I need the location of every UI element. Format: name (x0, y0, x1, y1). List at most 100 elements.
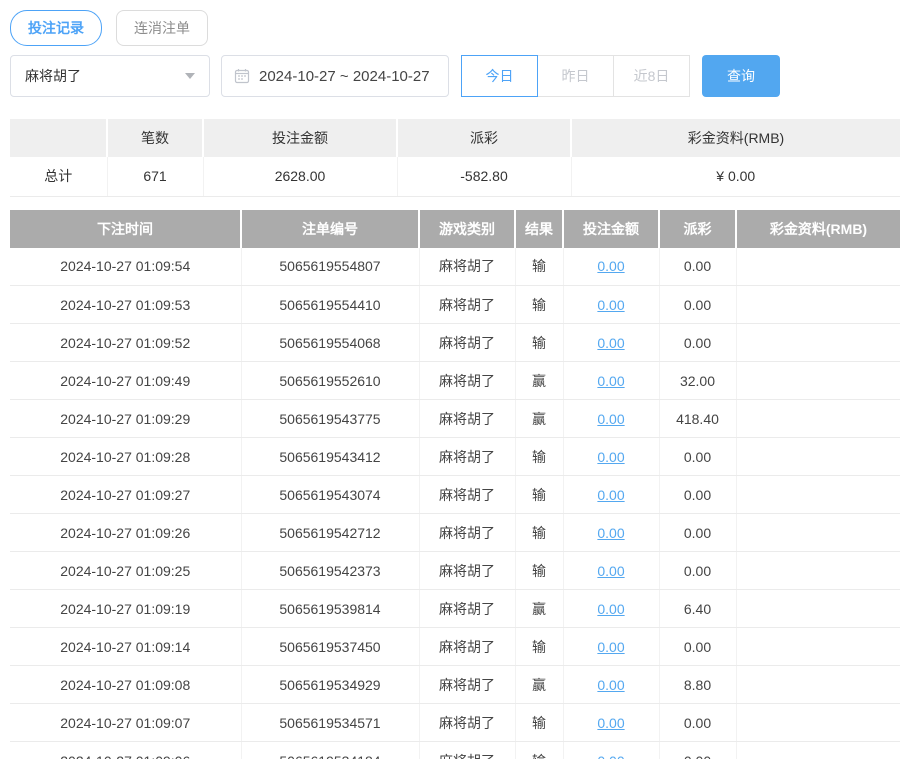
header-bet-amount: 投注金额 (563, 210, 659, 248)
result-cell: 赢 (515, 666, 563, 704)
calendar-icon (234, 68, 250, 84)
game-type-cell: 麻将胡了 (419, 552, 515, 590)
game-type-cell: 麻将胡了 (419, 590, 515, 628)
bet-id-cell: 5065619534929 (241, 666, 419, 704)
bet-amount-link[interactable]: 0.00 (597, 525, 624, 541)
bonus-cell (736, 704, 900, 742)
payout-cell: 8.80 (659, 666, 736, 704)
bonus-cell (736, 362, 900, 400)
payout-cell: 0.00 (659, 438, 736, 476)
game-type-cell: 麻将胡了 (419, 400, 515, 438)
result-cell: 赢 (515, 590, 563, 628)
header-payout: 派彩 (659, 210, 736, 248)
bet-time-cell: 2024-10-27 01:09:14 (10, 628, 241, 666)
payout-cell: 0.00 (659, 742, 736, 759)
bet-id-cell: 5065619554068 (241, 324, 419, 362)
bet-id-cell: 5065619543412 (241, 438, 419, 476)
result-cell: 输 (515, 742, 563, 759)
bonus-cell (736, 476, 900, 514)
bet-time-cell: 2024-10-27 01:09:27 (10, 476, 241, 514)
bet-id-cell: 5065619534571 (241, 704, 419, 742)
header-result: 结果 (515, 210, 563, 248)
bet-amount-link[interactable]: 0.00 (597, 487, 624, 503)
result-cell: 赢 (515, 362, 563, 400)
summary-total-count: 671 (107, 157, 203, 196)
bet-amount-link[interactable]: 0.00 (597, 677, 624, 693)
payout-cell: 32.00 (659, 362, 736, 400)
last-8-days-button[interactable]: 近8日 (613, 55, 690, 97)
table-row: 2024-10-27 01:09:26 5065619542712 麻将胡了 输… (10, 514, 900, 552)
result-cell: 输 (515, 476, 563, 514)
bet-id-cell: 5065619554807 (241, 248, 419, 286)
bonus-cell (736, 248, 900, 286)
summary-header-count: 笔数 (107, 119, 203, 157)
result-cell: 输 (515, 286, 563, 324)
payout-cell: 0.00 (659, 552, 736, 590)
bet-amount-link[interactable]: 0.00 (597, 639, 624, 655)
table-row: 2024-10-27 01:09:28 5065619543412 麻将胡了 输… (10, 438, 900, 476)
bonus-cell (736, 666, 900, 704)
bet-amount-link[interactable]: 0.00 (597, 449, 624, 465)
bet-time-cell: 2024-10-27 01:09:29 (10, 400, 241, 438)
bet-amount-cell: 0.00 (563, 400, 659, 438)
bet-time-cell: 2024-10-27 01:09:07 (10, 704, 241, 742)
bet-amount-cell: 0.00 (563, 286, 659, 324)
payout-cell: 0.00 (659, 324, 736, 362)
bet-amount-link[interactable]: 0.00 (597, 373, 624, 389)
bonus-cell (736, 286, 900, 324)
bet-time-cell: 2024-10-27 01:09:06 (10, 742, 241, 759)
header-bet-id: 注单编号 (241, 210, 419, 248)
game-type-cell: 麻将胡了 (419, 742, 515, 759)
game-type-cell: 麻将胡了 (419, 324, 515, 362)
betting-records-page: 投注记录 连消注单 麻将胡了 2024-10-27 ~ 2024-10-27 今… (0, 0, 910, 759)
result-cell: 输 (515, 324, 563, 362)
bet-amount-link[interactable]: 0.00 (597, 297, 624, 313)
table-row: 2024-10-27 01:09:52 5065619554068 麻将胡了 输… (10, 324, 900, 362)
bet-amount-link[interactable]: 0.00 (597, 335, 624, 351)
bonus-cell (736, 552, 900, 590)
payout-cell: 0.00 (659, 514, 736, 552)
result-cell: 输 (515, 628, 563, 666)
bet-id-cell: 5065619537450 (241, 628, 419, 666)
bet-amount-link[interactable]: 0.00 (597, 715, 624, 731)
bet-amount-link[interactable]: 0.00 (597, 411, 624, 427)
yesterday-button[interactable]: 昨日 (537, 55, 614, 97)
bet-amount-link[interactable]: 0.00 (597, 563, 624, 579)
bet-id-cell: 5065619534184 (241, 742, 419, 759)
bet-records-table: 下注时间 注单编号 游戏类别 结果 投注金额 派彩 彩金资料(RMB) 2024… (10, 210, 900, 759)
bet-id-cell: 5065619552610 (241, 362, 419, 400)
today-button[interactable]: 今日 (461, 55, 538, 97)
header-bonus: 彩金资料(RMB) (736, 210, 900, 248)
bonus-cell (736, 742, 900, 759)
game-type-cell: 麻将胡了 (419, 248, 515, 286)
summary-header-blank (10, 119, 107, 157)
tab-cancelled-bets[interactable]: 连消注单 (116, 10, 208, 46)
result-cell: 输 (515, 248, 563, 286)
bonus-cell (736, 628, 900, 666)
table-row: 2024-10-27 01:09:54 5065619554807 麻将胡了 输… (10, 248, 900, 286)
game-type-cell: 麻将胡了 (419, 628, 515, 666)
bet-amount-cell: 0.00 (563, 362, 659, 400)
bet-amount-cell: 0.00 (563, 514, 659, 552)
bet-amount-cell: 0.00 (563, 590, 659, 628)
game-select-value: 麻将胡了 (25, 66, 81, 86)
bet-amount-cell: 0.00 (563, 742, 659, 759)
bet-amount-cell: 0.00 (563, 628, 659, 666)
date-range-value: 2024-10-27 ~ 2024-10-27 (259, 68, 430, 85)
bet-amount-link[interactable]: 0.00 (597, 601, 624, 617)
bet-time-cell: 2024-10-27 01:09:26 (10, 514, 241, 552)
search-button[interactable]: 查询 (702, 55, 780, 97)
bet-time-cell: 2024-10-27 01:09:52 (10, 324, 241, 362)
game-select[interactable]: 麻将胡了 (10, 55, 210, 97)
header-game-type: 游戏类别 (419, 210, 515, 248)
summary-section: 笔数 投注金额 派彩 彩金资料(RMB) 总计 671 2628.00 -582… (10, 119, 900, 197)
bet-id-cell: 5065619554410 (241, 286, 419, 324)
date-range-input[interactable]: 2024-10-27 ~ 2024-10-27 (221, 55, 449, 97)
bet-amount-link[interactable]: 0.00 (597, 753, 624, 759)
tab-betting-records[interactable]: 投注记录 (10, 10, 102, 46)
result-cell: 输 (515, 704, 563, 742)
bonus-cell (736, 438, 900, 476)
filter-bar: 麻将胡了 2024-10-27 ~ 2024-10-27 今日 昨日 近8日 查… (10, 55, 900, 97)
bonus-cell (736, 324, 900, 362)
bet-amount-link[interactable]: 0.00 (597, 258, 624, 274)
